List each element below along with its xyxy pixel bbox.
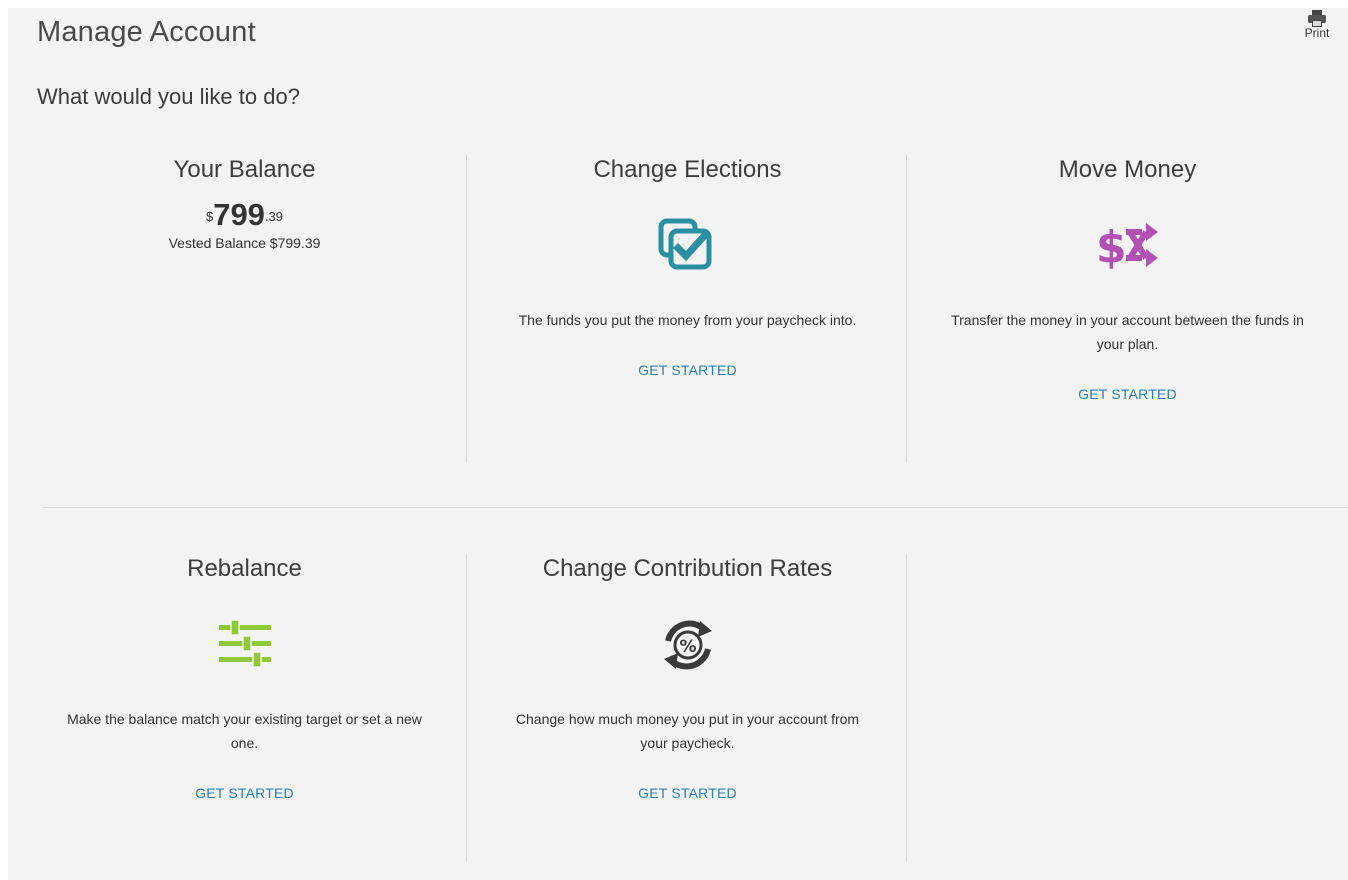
change-elections-get-started-link[interactable]: GET STARTED [638, 362, 737, 378]
rebalance-description: Make the balance match your existing tar… [67, 711, 422, 751]
svg-text:$: $ [1096, 222, 1127, 272]
change-elections-card: Change Elections The funds you put the m… [466, 155, 908, 463]
print-button[interactable]: Print [1298, 10, 1336, 40]
manage-account-panel: Manage Account Print What would you like… [8, 8, 1348, 880]
empty-card-slot [906, 554, 1348, 862]
percent-refresh-icon: % [656, 617, 720, 673]
move-money-card: Move Money $ Transfer the money in your … [906, 155, 1348, 463]
rebalance-title: Rebalance [187, 555, 302, 582]
vested-balance: Vested Balance $799.39 [168, 235, 321, 251]
balance-card: Your Balance $799.39 Vested Balance $799… [24, 155, 465, 463]
balance-cents: .39 [264, 209, 284, 224]
action-row-2: Rebalance Make the balance match your ex… [24, 554, 1348, 862]
action-row-1: Your Balance $799.39 Vested Balance $799… [24, 155, 1348, 463]
balance-card-title: Your Balance [173, 156, 316, 183]
page-title: Manage Account [37, 16, 256, 48]
checkbox-stack-icon [656, 218, 720, 274]
balance-amount: $799.39 [24, 199, 465, 237]
change-contribution-rates-card: Change Contribution Rates % Change how m… [466, 554, 908, 862]
change-elections-description: The funds you put the money from your pa… [518, 312, 857, 328]
printer-icon [1298, 10, 1336, 27]
change-contribution-rates-get-started-link[interactable]: GET STARTED [638, 785, 737, 801]
change-contribution-rates-title: Change Contribution Rates [542, 555, 833, 582]
dollar-shuffle-icon: $ [1096, 218, 1160, 274]
sliders-icon [213, 617, 277, 673]
change-elections-title: Change Elections [593, 156, 782, 183]
row-divider [42, 507, 1348, 508]
balance-dollars: 799 [213, 197, 265, 232]
svg-text:%: % [679, 637, 696, 657]
rebalance-card: Rebalance Make the balance match your ex… [24, 554, 465, 862]
change-contribution-rates-description: Change how much money you put in your ac… [515, 711, 860, 751]
balance-currency: $ [205, 209, 214, 224]
move-money-title: Move Money [1058, 156, 1197, 183]
move-money-description: Transfer the money in your account betwe… [951, 312, 1304, 352]
section-subtitle: What would you like to do? [37, 84, 300, 109]
rebalance-get-started-link[interactable]: GET STARTED [195, 785, 294, 801]
print-label: Print [1304, 26, 1330, 40]
move-money-get-started-link[interactable]: GET STARTED [1078, 386, 1177, 402]
